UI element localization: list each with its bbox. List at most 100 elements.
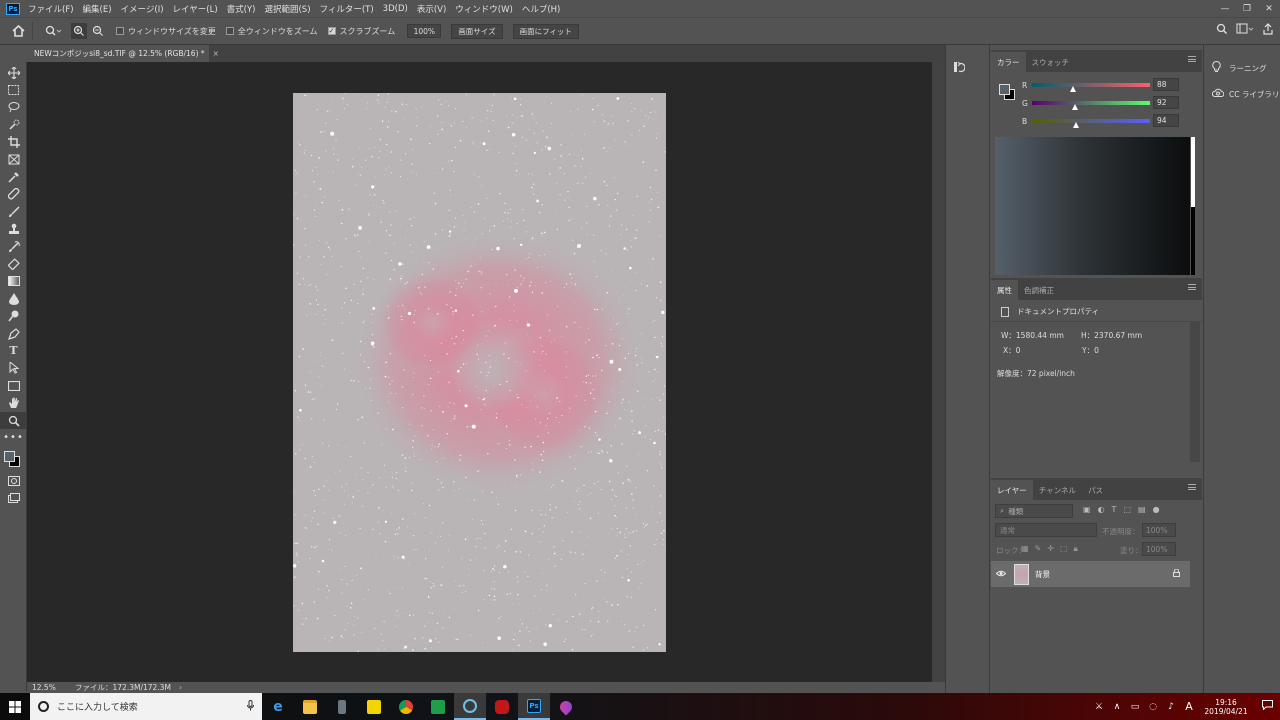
quick-selection-tool-icon[interactable] — [0, 116, 27, 133]
menu-3d[interactable]: 3D(D) — [383, 4, 408, 14]
minimize-button[interactable]: — — [1214, 0, 1236, 17]
layer-row[interactable]: 背景 — [991, 561, 1190, 587]
color-swatches[interactable] — [0, 447, 27, 473]
properties-scrollbar[interactable] — [1190, 322, 1200, 462]
panel-menu-icon[interactable] — [1188, 56, 1196, 62]
taskbar-search-box[interactable]: ここに入力して検索 — [30, 693, 262, 720]
path-selection-tool-icon[interactable] — [0, 360, 27, 377]
foreground-color-swatch[interactable] — [4, 450, 15, 462]
menu-filter[interactable]: フィルター(T) — [320, 3, 374, 15]
zoom-percent-field[interactable]: 100% — [407, 24, 442, 38]
taskbar-sticky-notes[interactable] — [358, 693, 390, 720]
layer-lock-icon[interactable] — [1173, 568, 1180, 579]
taskbar-app-10[interactable] — [550, 693, 582, 720]
slider-g[interactable]: G 92 — [1022, 96, 1182, 114]
eraser-tool-icon[interactable] — [0, 255, 27, 272]
slider-g-value[interactable]: 92 — [1153, 96, 1179, 109]
learn-panel-button[interactable]: ラーニング — [1212, 60, 1267, 75]
document-image-rosette-nebula[interactable] — [293, 93, 666, 652]
tab-adjustments[interactable]: 色調補正 — [1018, 280, 1060, 300]
lock-artboard-icon[interactable]: ⬚ — [1060, 544, 1068, 554]
slider-r-value[interactable]: 88 — [1153, 78, 1179, 91]
notification-center-icon[interactable] — [1254, 700, 1280, 713]
battery-icon[interactable]: ▭ — [1126, 702, 1144, 712]
scrubby-zoom-checkbox[interactable]: ✓ スクラブズーム — [327, 26, 395, 37]
taskbar-app-7[interactable] — [454, 693, 486, 720]
windows-start-button[interactable] — [0, 693, 30, 720]
menu-type[interactable]: 書式(Y) — [227, 3, 256, 15]
menu-select[interactable]: 選択範囲(S) — [264, 3, 310, 15]
prop-height[interactable]: H：2370.67 mm — [1081, 330, 1142, 341]
clone-stamp-tool-icon[interactable] — [0, 221, 27, 238]
foreground-color-swatch[interactable] — [999, 84, 1010, 95]
crop-tool-icon[interactable] — [0, 134, 27, 151]
zoom-tool-preset-icon[interactable] — [45, 23, 61, 39]
visibility-eye-icon[interactable] — [991, 570, 1011, 579]
tray-expand-icon[interactable]: ∧ — [1108, 702, 1126, 712]
share-icon[interactable] — [1262, 23, 1274, 38]
screen-mode-icon[interactable] — [0, 490, 27, 507]
tab-color[interactable]: カラー — [991, 52, 1026, 72]
marquee-tool-icon[interactable] — [0, 81, 27, 98]
canvas-vertical-scrollbar[interactable] — [932, 62, 945, 682]
taskbar-edge[interactable]: e — [262, 693, 294, 720]
taskbar-app-3[interactable] — [326, 693, 358, 720]
prop-width[interactable]: W：1580.44 mm — [1001, 330, 1064, 341]
lasso-tool-icon[interactable] — [0, 99, 27, 116]
menu-layer[interactable]: レイヤー(L) — [173, 3, 218, 15]
filter-pixel-icon[interactable]: ▣ — [1083, 505, 1091, 514]
zoom-out-icon[interactable] — [90, 23, 106, 39]
screen-size-button[interactable]: 画面サイズ — [451, 23, 503, 39]
dodge-tool-icon[interactable] — [0, 307, 27, 324]
tab-layers[interactable]: レイヤー — [991, 480, 1033, 500]
eyedropper-tool-icon[interactable] — [0, 168, 27, 185]
gradient-tool-icon[interactable] — [0, 273, 27, 290]
zoom-all-windows-checkbox[interactable]: 全ウィンドウをズーム — [225, 26, 318, 37]
status-menu-arrow-icon[interactable]: › — [179, 683, 182, 692]
color-spectrum[interactable] — [995, 137, 1195, 275]
slider-b-thumb[interactable] — [1072, 122, 1079, 128]
filter-toggle-icon[interactable]: ● — [1153, 505, 1160, 514]
move-tool-icon[interactable] — [0, 64, 27, 81]
slider-b[interactable]: B 94 — [1022, 114, 1182, 132]
blend-mode-select[interactable]: 通常 — [995, 523, 1097, 537]
zoom-status[interactable]: 12.5% — [27, 683, 67, 692]
filter-smart-object-icon[interactable]: ▤ — [1138, 505, 1146, 514]
slider-b-value[interactable]: 94 — [1153, 114, 1179, 127]
layer-thumbnail[interactable] — [1014, 563, 1029, 585]
slider-r-thumb[interactable] — [1069, 86, 1076, 92]
fill-field[interactable]: 100% — [1142, 542, 1176, 556]
type-tool-icon[interactable]: T — [0, 342, 27, 359]
slider-g-track[interactable] — [1032, 101, 1150, 105]
zoom-tool-icon[interactable] — [0, 411, 27, 430]
prop-y[interactable]: Y：0 — [1082, 345, 1099, 356]
healing-brush-tool-icon[interactable] — [0, 186, 27, 203]
slider-r[interactable]: R 88 — [1022, 78, 1182, 96]
network-icon[interactable]: ◌ — [1144, 702, 1162, 712]
tab-channels[interactable]: チャンネル — [1033, 480, 1082, 500]
document-tab[interactable]: NEWコンポジッsi8_sd.TIF @ 12.5% (RGB/16) * × — [27, 45, 219, 62]
ime-indicator[interactable]: A — [1180, 700, 1198, 713]
blur-tool-icon[interactable] — [0, 290, 27, 307]
menu-edit[interactable]: 編集(E) — [83, 3, 112, 15]
taskbar-photoshop[interactable]: Ps — [518, 693, 550, 720]
spectrum-black-bar[interactable] — [1191, 207, 1195, 275]
quick-mask-icon[interactable] — [0, 473, 27, 490]
close-window-button[interactable]: ✕ — [1258, 0, 1280, 17]
prop-x[interactable]: X：0 — [1003, 345, 1020, 356]
menu-view[interactable]: 表示(V) — [417, 3, 446, 15]
filter-type-icon[interactable]: T — [1112, 505, 1117, 514]
search-icon[interactable] — [1216, 23, 1228, 38]
frame-tool-icon[interactable] — [0, 151, 27, 168]
slider-b-track[interactable] — [1032, 119, 1150, 123]
taskbar-app-8[interactable] — [486, 693, 518, 720]
zoom-in-icon[interactable] — [71, 23, 87, 39]
slider-g-thumb[interactable] — [1071, 104, 1078, 110]
opacity-field[interactable]: 100% — [1142, 523, 1176, 537]
fit-screen-button[interactable]: 画面にフィット — [512, 23, 579, 39]
history-brush-tool-icon[interactable] — [0, 238, 27, 255]
panel-menu-icon[interactable] — [1188, 284, 1196, 290]
history-panel-icon[interactable] — [951, 59, 967, 75]
brush-tool-icon[interactable] — [0, 203, 27, 220]
volume-icon[interactable]: ♪ — [1162, 702, 1180, 712]
